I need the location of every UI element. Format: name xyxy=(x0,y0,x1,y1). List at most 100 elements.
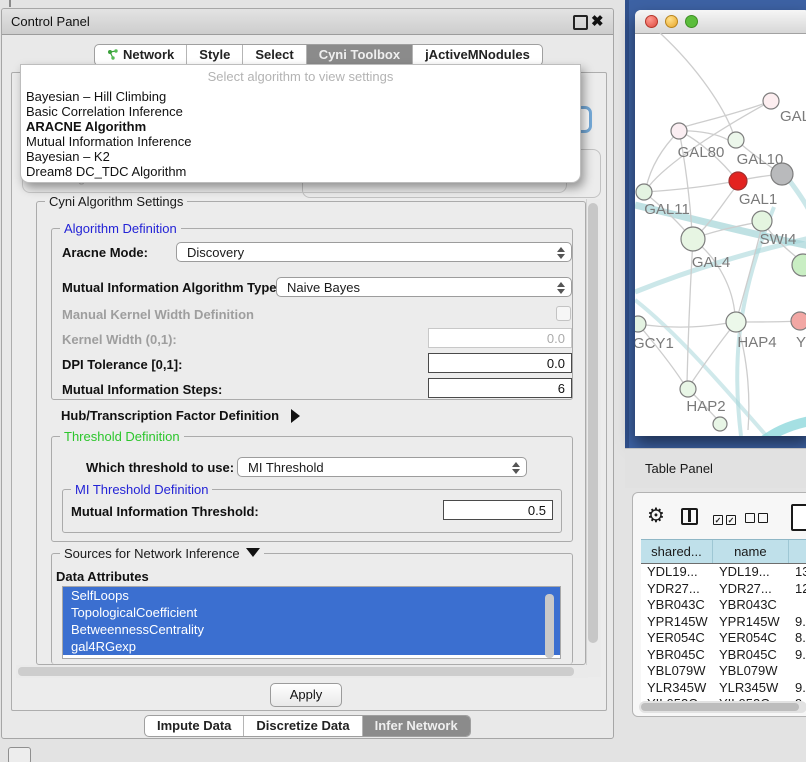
cell[interactable]: YDL19... xyxy=(641,564,713,581)
attributes-list-scrollbar-thumb[interactable] xyxy=(545,594,554,658)
node-gal11[interactable] xyxy=(636,184,652,200)
close-icon[interactable]: ✖ xyxy=(591,12,604,30)
cell[interactable]: YBR043C xyxy=(713,597,789,614)
mi-type-combo[interactable]: Naive Bayes xyxy=(276,277,572,297)
cell[interactable]: YDL19... xyxy=(713,564,789,581)
apply-button[interactable]: Apply xyxy=(270,683,342,707)
deselect-checkboxes-icon[interactable] xyxy=(745,511,771,526)
node-gal1-red[interactable] xyxy=(729,172,747,190)
cell[interactable]: YER054C xyxy=(641,630,713,647)
network-icon xyxy=(107,46,119,57)
cell[interactable] xyxy=(789,597,806,614)
manual-kernel-checkbox[interactable] xyxy=(556,306,571,321)
column-header-clipped[interactable]: A xyxy=(789,540,806,563)
cell[interactable]: 9. xyxy=(789,680,806,697)
tab-discretize-data[interactable]: Discretize Data xyxy=(243,716,361,736)
table-row[interactable]: YBR045CYBR045C9. xyxy=(641,647,806,664)
algorithm-option-bayesian-hill-climbing[interactable]: Bayesian – Hill Climbing xyxy=(21,89,580,104)
cell[interactable] xyxy=(789,663,806,680)
settings-horizontal-scrollbar-thumb[interactable] xyxy=(18,667,574,676)
zoom-traffic-light-icon[interactable] xyxy=(685,15,698,28)
table-row[interactable]: YLR345WYLR345W9. xyxy=(641,680,806,697)
list-item-topologicalcoefficient[interactable]: TopologicalCoefficient xyxy=(63,604,560,621)
mi-threshold-group: MI Threshold Definition Mutual Informati… xyxy=(62,489,562,533)
hub-transcription-expander[interactable]: Hub/Transcription Factor Definition xyxy=(61,408,300,423)
algorithm-option-dream8[interactable]: Dream8 DC_TDC Algorithm xyxy=(21,164,580,179)
table-row[interactable]: YDL19...YDL19...13 xyxy=(641,564,806,581)
cell[interactable]: YDR27... xyxy=(713,581,789,598)
mi-steps-label: Mutual Information Steps: xyxy=(62,382,222,397)
cell[interactable]: YPR145W xyxy=(713,614,789,631)
cell[interactable]: YBL079W xyxy=(641,663,713,680)
float-window-icon[interactable] xyxy=(573,15,588,30)
algorithm-option-aracne[interactable]: ARACNE Algorithm xyxy=(21,119,580,134)
node-small-bottom[interactable] xyxy=(713,417,727,431)
file-icon[interactable] xyxy=(791,504,806,531)
cell[interactable]: YBR045C xyxy=(713,647,789,664)
node-hap4[interactable] xyxy=(726,312,746,332)
algorithm-option-mutual-information[interactable]: Mutual Information Inference xyxy=(21,134,580,149)
table-row[interactable]: YDR27...YDR27...12 xyxy=(641,581,806,598)
tab-select[interactable]: Select xyxy=(242,45,305,65)
algorithm-option-bayesian-k2[interactable]: Bayesian – K2 xyxy=(21,149,580,164)
minimize-traffic-light-icon[interactable] xyxy=(665,15,678,28)
algorithm-popup-placeholder: Select algorithm to view settings xyxy=(21,65,580,89)
cell[interactable]: YBR045C xyxy=(641,647,713,664)
table-horizontal-scrollbar-thumb[interactable] xyxy=(641,703,799,711)
cell[interactable]: YLR345W xyxy=(641,680,713,697)
cell[interactable]: 9. xyxy=(789,614,806,631)
cyni-algorithm-settings-group: Cyni Algorithm Settings Algorithm Defini… xyxy=(36,201,586,665)
cell[interactable]: 12 xyxy=(789,581,806,598)
column-header-name[interactable]: name xyxy=(713,540,789,563)
node-green-right[interactable] xyxy=(792,254,806,276)
sources-group-title[interactable]: Sources for Network Inference xyxy=(60,546,264,561)
node-gal80[interactable] xyxy=(671,123,687,139)
tab-network[interactable]: Network xyxy=(95,45,186,65)
gear-icon[interactable]: ⚙ xyxy=(647,506,665,526)
node-gcy1[interactable] xyxy=(635,316,646,332)
tab-jactivemnodules[interactable]: jActiveMNodules xyxy=(412,45,542,65)
columns-icon[interactable] xyxy=(681,508,698,525)
dpi-tolerance-input[interactable]: 0.0 xyxy=(428,353,572,373)
table-row[interactable]: YER054CYER054C8. xyxy=(641,630,806,647)
algorithm-option-basic-correlation[interactable]: Basic Correlation Inference xyxy=(21,104,580,119)
node-gal10[interactable] xyxy=(728,132,744,148)
settings-vertical-scrollbar-thumb[interactable] xyxy=(588,203,598,643)
cell[interactable]: 13 xyxy=(789,564,806,581)
tab-infer-network[interactable]: Infer Network xyxy=(362,716,470,736)
table-row[interactable]: YPR145WYPR145W9. xyxy=(641,614,806,631)
column-header-shared[interactable]: shared... xyxy=(641,540,713,563)
tab-style[interactable]: Style xyxy=(186,45,242,65)
cell[interactable]: YLR345W xyxy=(713,680,789,697)
cell[interactable]: YBL079W xyxy=(713,663,789,680)
table-panel: ⚙ ✓✓ shared... name A YDL19...YDL19...13… xyxy=(632,492,806,717)
node-pink-top[interactable] xyxy=(763,93,779,109)
aracne-mode-combo[interactable]: Discovery xyxy=(176,242,572,262)
cell[interactable]: YBR043C xyxy=(641,597,713,614)
node-label: GCY1 xyxy=(635,335,674,352)
mi-steps-input[interactable]: 6 xyxy=(428,378,572,398)
kernel-width-input[interactable]: 0.0 xyxy=(428,328,572,348)
select-all-checkboxes-icon[interactable]: ✓✓ xyxy=(713,511,739,526)
node-hap2[interactable] xyxy=(680,381,696,397)
table-row[interactable]: YBL079WYBL079W xyxy=(641,663,806,680)
cell[interactable]: YPR145W xyxy=(641,614,713,631)
tab-cyni-toolbox[interactable]: Cyni Toolbox xyxy=(306,45,412,65)
list-item-selfloops[interactable]: SelfLoops xyxy=(63,587,560,604)
mi-threshold-input[interactable]: 0.5 xyxy=(443,500,553,520)
tab-impute-data[interactable]: Impute Data xyxy=(145,716,243,736)
list-item-gal4rgexp[interactable]: gal4RGexp xyxy=(63,638,560,655)
table-row[interactable]: YBR043CYBR043C xyxy=(641,597,806,614)
which-threshold-combo[interactable]: MI Threshold xyxy=(237,457,527,477)
cell[interactable]: YDR27... xyxy=(641,581,713,598)
collapse-down-icon xyxy=(246,548,260,557)
cell[interactable]: 8. xyxy=(789,630,806,647)
node-gal4[interactable] xyxy=(681,227,705,251)
close-traffic-light-icon[interactable] xyxy=(645,15,658,28)
list-item-betweennesscentrality[interactable]: BetweennessCentrality xyxy=(63,621,560,638)
top-edge-fragment xyxy=(9,0,11,7)
node-swi4[interactable] xyxy=(752,211,772,231)
cell[interactable]: 9. xyxy=(789,647,806,664)
cell[interactable]: YER054C xyxy=(713,630,789,647)
node-salmon[interactable] xyxy=(791,312,806,330)
